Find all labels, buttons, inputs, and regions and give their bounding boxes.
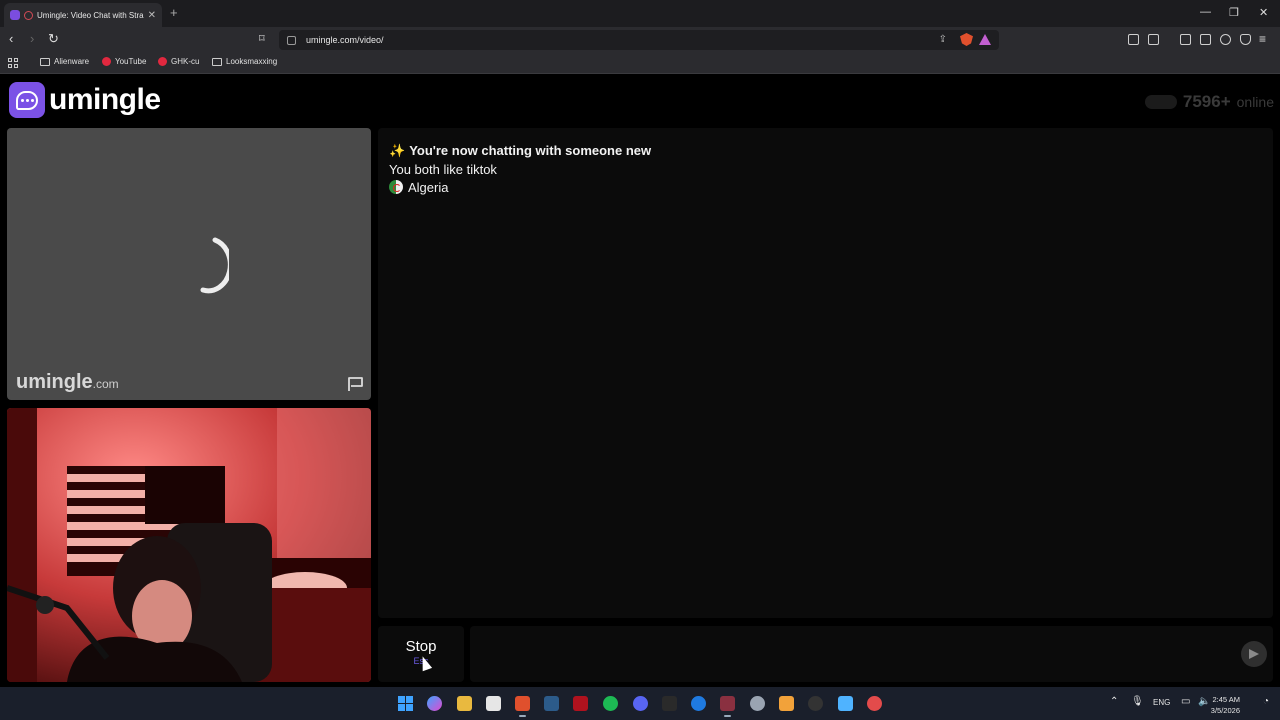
microphone-icon[interactable]: 🎙: [1131, 696, 1144, 707]
country-name: Algeria: [408, 180, 449, 195]
umingle-page: umingle 7596+ online umingle.com ✨ You'r…: [0, 75, 1280, 687]
restore-window-icon[interactable]: ❐: [1229, 6, 1239, 19]
brave-rewards-icon[interactable]: [979, 34, 991, 45]
audio-playing-icon[interactable]: [24, 10, 33, 20]
alienware-icon[interactable]: [573, 696, 588, 711]
send-button[interactable]: [1241, 641, 1267, 667]
chat-common-interest: You both like tiktok: [389, 162, 497, 177]
address-bar[interactable]: umingle.com/video/ ⇪: [279, 30, 999, 50]
bookmark-label: YouTube: [115, 57, 147, 66]
back-icon[interactable]: ‹: [9, 32, 13, 46]
algeria-flag-icon: [389, 180, 403, 194]
reload-icon[interactable]: ↻: [48, 32, 59, 46]
copilot-icon[interactable]: [427, 696, 442, 711]
browser-toolbar: ‹ › ↻ ⌑ umingle.com/video/ ⇪ ≡: [0, 27, 1280, 53]
watermark-suffix: .com: [92, 377, 119, 391]
excel-icon[interactable]: [720, 696, 735, 717]
stranger-video: umingle.com: [7, 128, 371, 400]
browser-tabstrip: Umingle: Video Chat with Stra ✕ + — ❐ ✕: [0, 0, 1280, 27]
apps-grid-icon[interactable]: [8, 58, 18, 68]
extensions-icon[interactable]: [1128, 34, 1139, 45]
watermark-main: umingle: [16, 371, 93, 393]
forward-icon[interactable]: ›: [30, 32, 34, 46]
windows-taskbar: ⌃ 🎙 ENG ▭ 🔈 2:45 AM 3/5/2026 ◔: [0, 687, 1280, 720]
leo-ai-icon[interactable]: [1220, 34, 1231, 45]
youtube-icon: [158, 57, 167, 66]
notifications-icon[interactable]: ◔: [1263, 696, 1269, 707]
site-settings-icon[interactable]: [287, 35, 296, 45]
chat-bubble-icon: [9, 82, 45, 118]
wallet-icon[interactable]: [1148, 34, 1159, 45]
stop-label: Stop: [405, 638, 437, 655]
youtube-icon: [102, 57, 111, 66]
bookmark-label: GHK-cu: [171, 57, 200, 66]
folder-icon: [212, 57, 222, 66]
address-url: umingle.com/video/: [306, 35, 384, 45]
discord-icon[interactable]: [633, 696, 648, 711]
online-indicator: 7596+ online: [1144, 92, 1274, 112]
video-watermark: umingle.com: [16, 371, 119, 394]
new-tab-icon[interactable]: +: [170, 5, 178, 20]
report-flag-icon[interactable]: [347, 376, 365, 392]
bookmark-alienware[interactable]: Alienware: [40, 57, 89, 66]
microsoft-store-icon[interactable]: [486, 696, 501, 711]
send-icon: [1249, 649, 1259, 659]
bookmark-youtube[interactable]: YouTube: [102, 57, 146, 66]
menu-icon[interactable]: ≡: [1259, 32, 1266, 46]
stop-button[interactable]: Stop Esc: [378, 626, 464, 682]
sidebar-icon[interactable]: [1180, 34, 1191, 45]
vpn-shield-icon[interactable]: [1240, 34, 1251, 45]
spotify-icon[interactable]: [603, 696, 618, 711]
online-toggle[interactable]: [1144, 95, 1177, 109]
bookmark-looksmaxxing[interactable]: Looksmaxxing: [212, 57, 277, 66]
logo-text: umingle: [49, 83, 161, 116]
volume-icon[interactable]: 🔈: [1198, 696, 1210, 707]
headline-text: You're now chatting with someone new: [409, 143, 652, 158]
language-indicator[interactable]: ENG: [1153, 698, 1170, 707]
online-count: 7596+: [1182, 92, 1231, 111]
brave-shields-icon[interactable]: [960, 33, 973, 46]
chat-country: Algeria: [389, 180, 448, 195]
flame-app-icon[interactable]: [779, 696, 794, 711]
clock-date: 3/5/2026: [1210, 706, 1240, 715]
self-webcam-video: [7, 408, 371, 682]
webcam-feed-image: [7, 408, 371, 682]
steam-icon[interactable]: [544, 696, 559, 711]
bookmarks-bar: Alienware YouTube GHK-cu Looksmaxxing: [0, 53, 1280, 74]
bookmark-page-icon[interactable]: ⌑: [259, 32, 265, 46]
brave-browser-icon[interactable]: [515, 696, 530, 717]
gamehub-icon[interactable]: [808, 696, 823, 711]
chrome-icon[interactable]: [867, 696, 882, 711]
chat-log: ✨ You're now chatting with someone new Yo…: [378, 128, 1273, 618]
bookmark-label: Alienware: [54, 57, 90, 66]
tab-manager-icon[interactable]: [1200, 34, 1211, 45]
clock-time: 2:45 AM: [1212, 695, 1240, 704]
notepad-icon[interactable]: [838, 696, 853, 711]
umingle-favicon-icon: [10, 10, 20, 20]
share-icon[interactable]: ⇪: [939, 34, 947, 45]
epic-games-icon[interactable]: [662, 696, 677, 711]
site-logo[interactable]: umingle: [9, 82, 161, 118]
file-explorer-icon[interactable]: [457, 696, 472, 711]
message-box: [470, 626, 1273, 682]
settings-icon[interactable]: [750, 696, 765, 711]
network-icon[interactable]: ▭: [1181, 696, 1190, 707]
show-hidden-icons-icon[interactable]: ⌃: [1110, 696, 1118, 707]
start-icon[interactable]: [398, 696, 413, 711]
minimize-window-icon[interactable]: —: [1200, 6, 1211, 18]
system-clock[interactable]: 2:45 AM 3/5/2026: [1211, 694, 1240, 716]
online-label: online: [1236, 94, 1274, 110]
bookmark-ghk-cu[interactable]: GHK-cu: [158, 57, 199, 66]
loading-spinner-icon: [200, 237, 229, 294]
teamviewer-icon[interactable]: [691, 696, 706, 711]
sparkle-icon: ✨: [389, 143, 406, 158]
bookmark-label: Looksmaxxing: [226, 57, 278, 66]
close-tab-icon[interactable]: ✕: [148, 10, 156, 21]
chat-system-headline: ✨ You're now chatting with someone new: [389, 143, 651, 159]
folder-icon: [40, 57, 50, 66]
message-input[interactable]: [482, 642, 1222, 666]
tab-title: Umingle: Video Chat with Stra: [37, 10, 144, 20]
close-window-icon[interactable]: ✕: [1259, 6, 1268, 19]
browser-tab[interactable]: Umingle: Video Chat with Stra ✕: [4, 3, 162, 27]
